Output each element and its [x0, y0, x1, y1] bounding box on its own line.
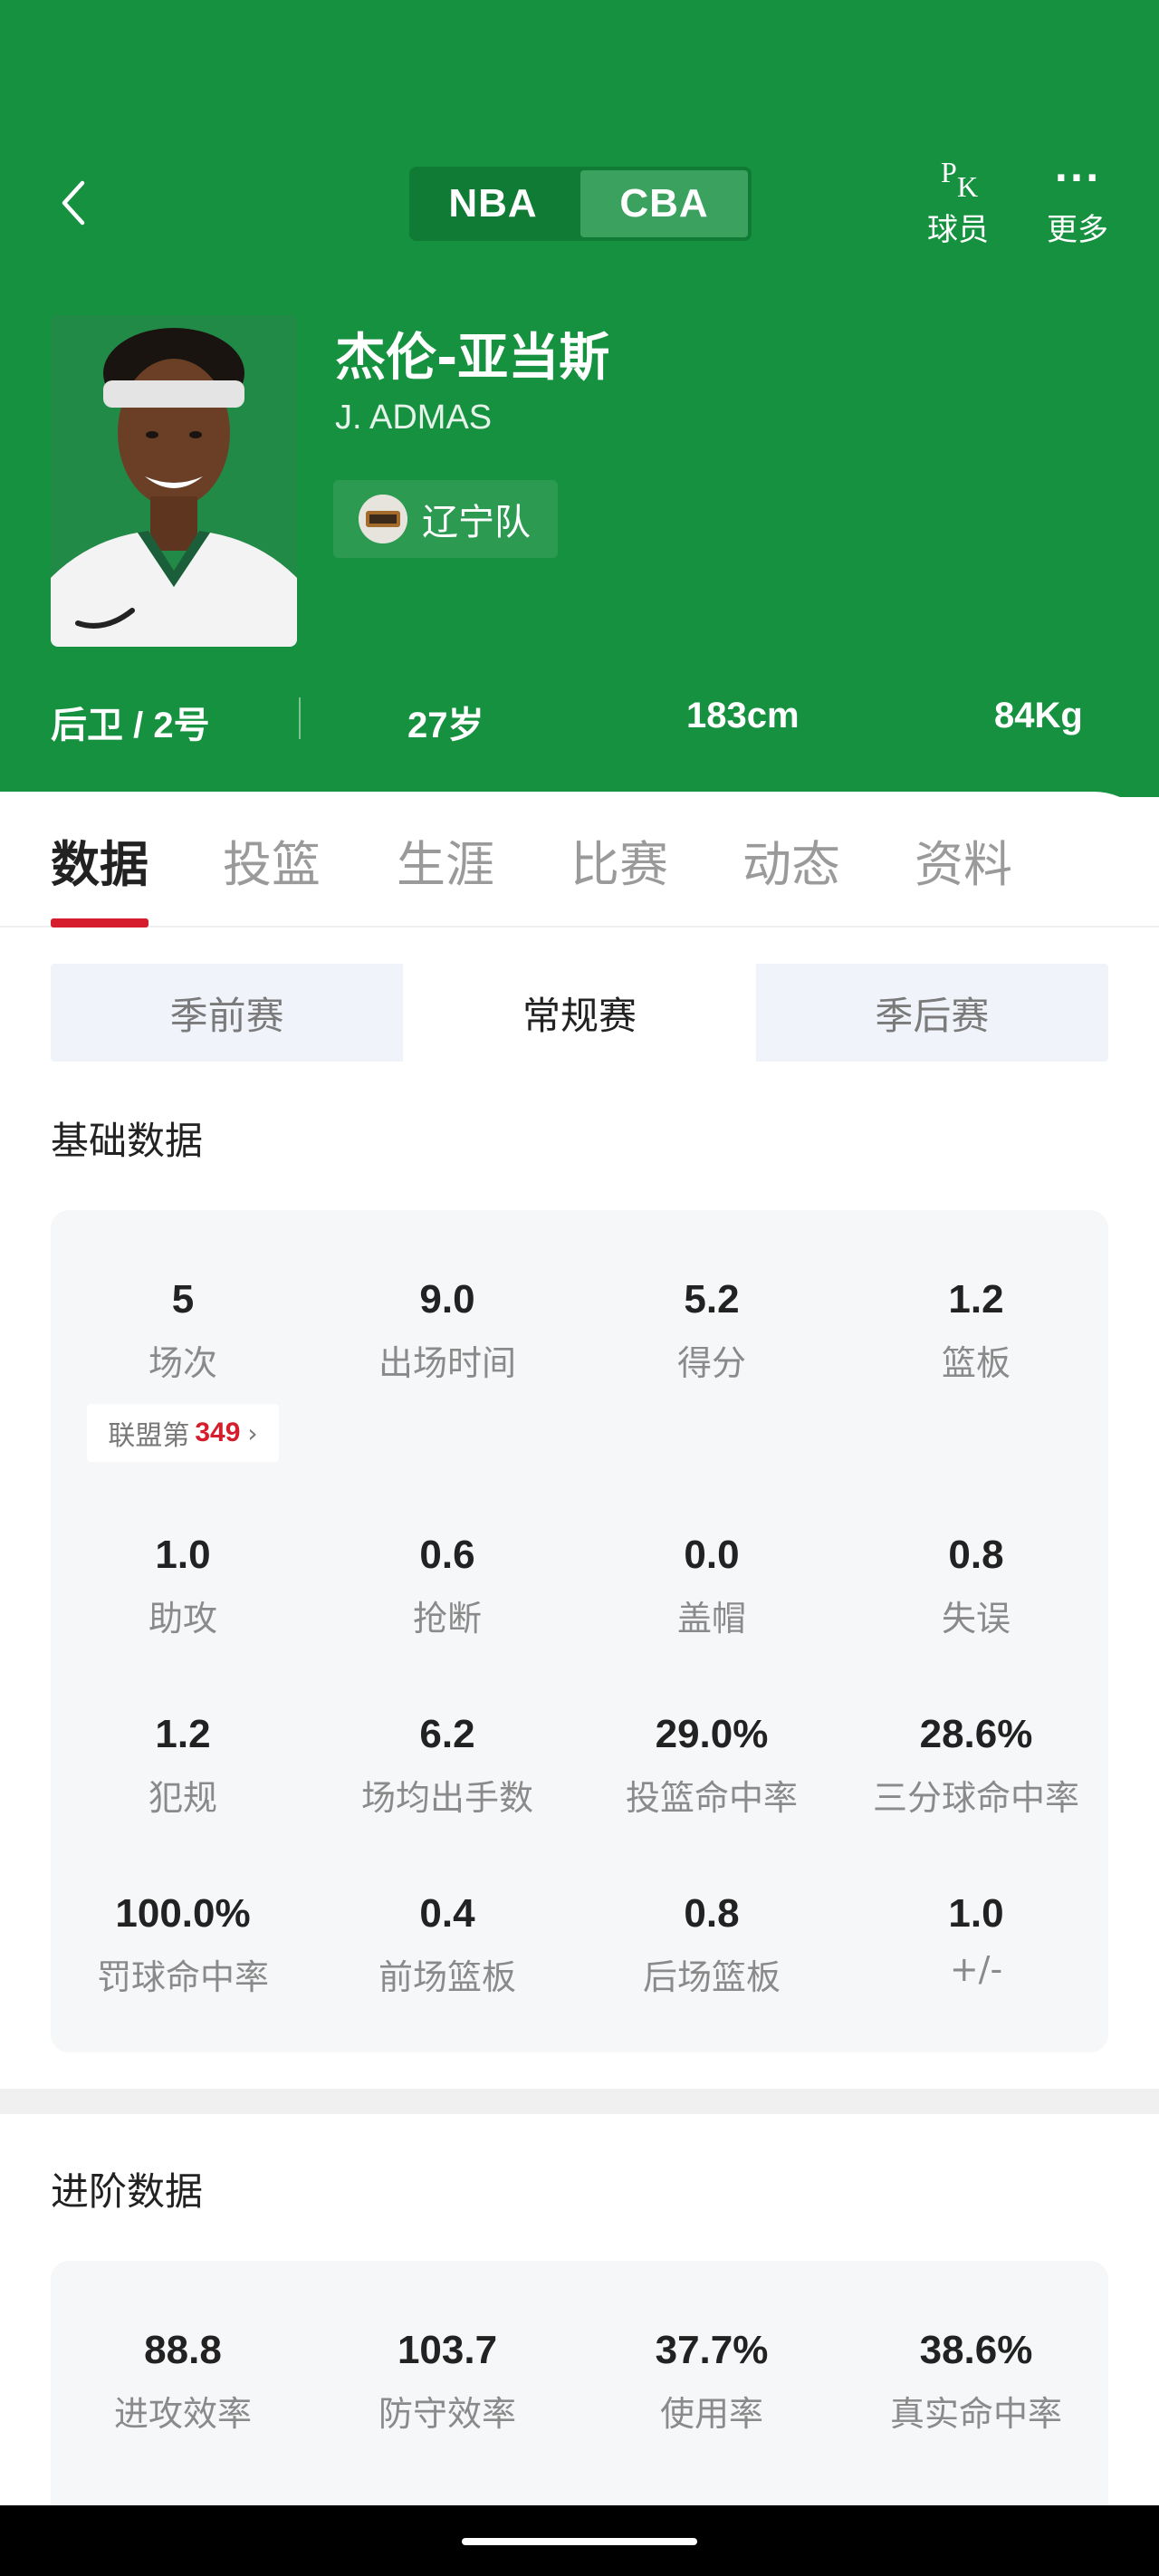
- basic-stats-title: 基础数据: [51, 1119, 204, 1163]
- player-header: NBA CBA PK 球员 ··· 更多 杰伦-亚当斯 J. ADMAS 辽宁队…: [0, 0, 1159, 797]
- stat-3p-pct: 28.6% 三分球命中率: [872, 1712, 1079, 1818]
- stat-steals: 0.6 抢断: [412, 1533, 482, 1639]
- advanced-stats-title: 进阶数据: [51, 2169, 204, 2214]
- league-rank-value: 349: [195, 1418, 241, 1447]
- info-divider: [299, 697, 301, 739]
- stat-def-reb: 0.8 后场篮板: [642, 1891, 781, 1997]
- more-button[interactable]: ··· 更多: [1032, 156, 1123, 249]
- stat-minutes: 9.0 出场时间: [378, 1277, 516, 1383]
- stat-def-rating: 103.7 防守效率: [378, 2328, 516, 2434]
- stat-off-rating: 88.8 进攻效率: [113, 2328, 252, 2434]
- pk-icon: PK: [941, 156, 979, 203]
- league-toggle: NBA CBA: [409, 167, 752, 241]
- player-name-cn: 杰伦-亚当斯: [335, 329, 610, 388]
- tab-shooting[interactable]: 投篮: [223, 824, 321, 896]
- more-icon: ···: [1054, 158, 1101, 199]
- player-weight: 84Kg: [994, 696, 1083, 735]
- stat-rebounds: 1.2 篮板: [941, 1277, 1011, 1383]
- stat-ts-pct: 38.6% 真实命中率: [889, 2328, 1062, 2434]
- back-icon[interactable]: [51, 178, 94, 228]
- stat-games: 5 场次: [148, 1277, 217, 1383]
- player-name-en: J. ADMAS: [335, 399, 493, 437]
- chevron-right-icon: ›: [247, 1418, 258, 1448]
- more-label: 更多: [1047, 212, 1108, 248]
- team-name: 辽宁队: [422, 502, 531, 543]
- player-height: 183cm: [686, 696, 800, 735]
- player-info-row: 后卫 / 2号 27岁 183cm 84Kg: [0, 687, 1159, 752]
- player-photo: [51, 315, 297, 647]
- league-tab-cba[interactable]: CBA: [580, 170, 748, 237]
- tab-indicator: [51, 918, 148, 928]
- team-logo-icon: [359, 495, 407, 543]
- stat-fga: 6.2 场均出手数: [360, 1712, 533, 1818]
- stat-off-reb: 0.4 前场篮板: [378, 1891, 516, 1997]
- advanced-stats-card: 88.8 进攻效率 103.7 防守效率 37.7% 使用率 38.6% 真实命中率: [51, 2261, 1108, 2513]
- league-rank-prefix: 联盟第: [108, 1420, 190, 1452]
- tab-stats[interactable]: 数据: [51, 824, 148, 896]
- content-panel: 数据 投篮 生涯 比赛 动态 资料 季前赛 常规赛 季后赛 基础数据 5 场次 9…: [0, 792, 1159, 2513]
- pk-player-label: 球员: [927, 212, 989, 248]
- stat-plus-minus: 1.0 +/-: [948, 1891, 1004, 1989]
- stat-assists: 1.0 助攻: [148, 1533, 217, 1639]
- league-tab-nba[interactable]: NBA: [409, 167, 577, 241]
- section-divider: [0, 2089, 1159, 2114]
- season-preseason[interactable]: 季前赛: [51, 964, 403, 1062]
- stat-points: 5.2 得分: [676, 1277, 746, 1383]
- home-indicator[interactable]: [462, 2538, 697, 2545]
- team-chip[interactable]: 辽宁队: [333, 480, 558, 558]
- tab-profile[interactable]: 资料: [915, 824, 1012, 896]
- stat-turnovers: 0.8 失误: [941, 1533, 1011, 1639]
- system-nav-bar: [0, 2505, 1159, 2576]
- tab-news[interactable]: 动态: [742, 824, 840, 896]
- season-regular[interactable]: 常规赛: [403, 964, 756, 1062]
- season-type-selector: 季前赛 常规赛 季后赛: [51, 964, 1108, 1062]
- stat-usage: 37.7% 使用率: [655, 2328, 769, 2434]
- tab-career[interactable]: 生涯: [397, 824, 494, 896]
- pk-player-button[interactable]: PK 球员: [913, 156, 1003, 249]
- tab-games[interactable]: 比赛: [570, 824, 668, 896]
- player-position: 后卫 / 2号: [51, 706, 210, 745]
- player-age: 27岁: [407, 706, 484, 745]
- section-tabs: 数据 投篮 生涯 比赛 动态 资料: [0, 792, 1159, 928]
- stat-fg-pct: 29.0% 投篮命中率: [625, 1712, 798, 1818]
- league-rank-chip[interactable]: 联盟第 349 ›: [87, 1404, 279, 1462]
- stat-blocks: 0.0 盖帽: [676, 1533, 746, 1639]
- basic-stats-card: 5 场次 9.0 出场时间 5.2 得分 1.2 篮板 联盟第 349 › 1.0 助攻 …: [51, 1210, 1108, 2052]
- stat-ft-pct: 100.0% 罚球命中率: [96, 1891, 269, 1997]
- stat-fouls: 1.2 犯规: [148, 1712, 217, 1818]
- season-playoffs[interactable]: 季后赛: [756, 964, 1108, 1062]
